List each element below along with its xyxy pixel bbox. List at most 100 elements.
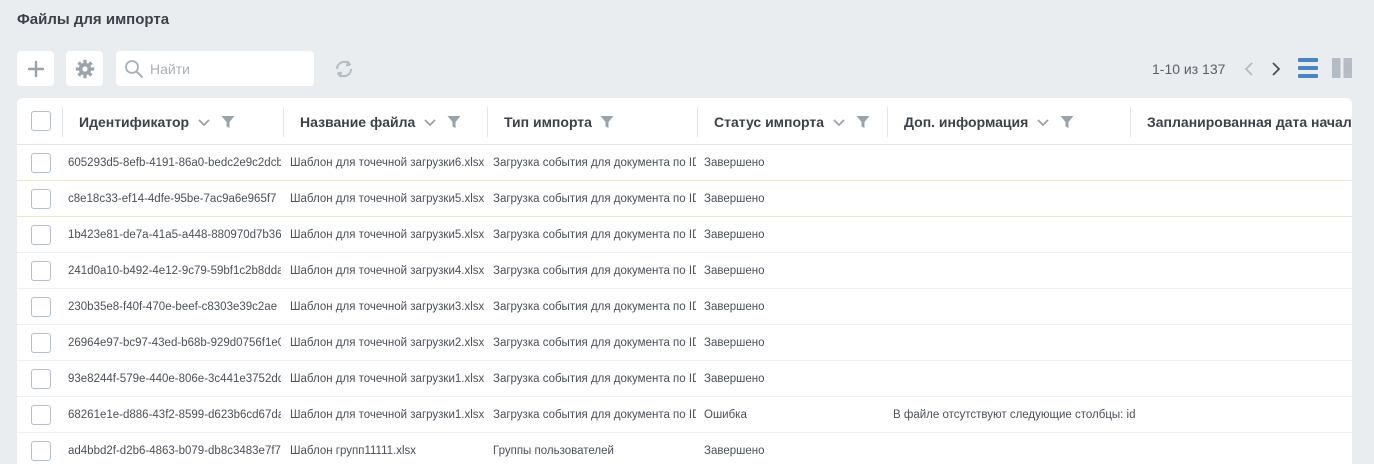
column-header-id[interactable]: Идентификатор	[62, 98, 285, 145]
cell-import-type: Группы пользователей	[493, 445, 614, 457]
cell-id: 605293d5-8efb-4191-86a0-bedc2e9c2dcb	[68, 157, 281, 169]
toolbar: 1-10 из 137	[17, 51, 1357, 87]
columns-view-icon[interactable]	[1332, 57, 1352, 79]
cell-extra-info: В файле отсутствуют следующие столбцы: i…	[893, 409, 1136, 421]
cell-extra-info	[893, 289, 1193, 325]
row-checkbox[interactable]	[31, 189, 51, 209]
cell-extra-info	[893, 145, 1193, 181]
chevron-right-icon[interactable]	[1269, 59, 1283, 79]
column-separator	[697, 107, 698, 137]
cell-import-type: Загрузка события для документа по ID	[493, 301, 696, 313]
select-all-checkbox[interactable]	[31, 111, 51, 131]
plus-icon	[27, 60, 44, 77]
column-separator	[1130, 107, 1131, 137]
chevron-down-icon[interactable]	[1036, 115, 1050, 129]
row-checkbox[interactable]	[31, 405, 51, 425]
row-checkbox[interactable]	[31, 153, 51, 173]
table-row[interactable]: 605293d5-8efb-4191-86a0-bedc2e9c2dcb Шаб…	[17, 145, 1352, 181]
search-icon	[125, 60, 143, 78]
cell-id: 241d0a10-b492-4e12-9c79-59bf1c2b8dda	[68, 265, 281, 277]
cell-import-status: Ошибка	[704, 409, 747, 421]
row-checkbox[interactable]	[31, 369, 51, 389]
search-box	[116, 51, 314, 86]
cell-import-status: Завершено	[704, 445, 765, 457]
cell-file-name: Шаблон групп11111.xlsx	[290, 445, 417, 457]
cell-import-status: Завершено	[704, 193, 765, 205]
table-row[interactable]: 230b35e8-f40f-470e-beef-c8303e39c2ae Шаб…	[17, 289, 1352, 325]
cell-import-type: Загрузка события для документа по ID	[493, 157, 696, 169]
row-checkbox[interactable]	[31, 441, 51, 461]
table-row[interactable]: 26964e97-bc97-43ed-b68b-929d0756f1e0 Шаб…	[17, 325, 1352, 361]
cell-import-type: Загрузка события для документа по ID	[493, 337, 696, 349]
column-separator	[487, 107, 488, 137]
filter-icon[interactable]	[221, 115, 235, 129]
column-label: Статус импорта	[714, 113, 825, 130]
column-label: Доп. информация	[904, 113, 1029, 130]
add-button[interactable]	[17, 51, 54, 86]
column-separator	[283, 107, 284, 137]
cell-file-name: Шаблон для точечной загрузки1.xlsx	[290, 409, 485, 421]
cell-id: 230b35e8-f40f-470e-beef-c8303e39c2ae	[68, 301, 278, 313]
row-checkbox[interactable]	[31, 333, 51, 353]
column-header-file-name[interactable]: Название файла	[283, 98, 488, 145]
cell-file-name: Шаблон для точечной загрузки5.xlsx	[290, 193, 485, 205]
cell-file-name: Шаблон для точечной загрузки5.xlsx	[290, 229, 485, 241]
cell-import-status: Завершено	[704, 157, 765, 169]
table-row[interactable]: 93e8244f-579e-440e-806e-3c441e3752dd Шаб…	[17, 361, 1352, 397]
table-header: Идентификатор Название файла Тип импорта…	[17, 98, 1352, 145]
cell-extra-info	[893, 253, 1193, 289]
settings-button[interactable]	[66, 51, 103, 86]
chevron-down-icon[interactable]	[832, 115, 846, 129]
row-checkbox[interactable]	[31, 225, 51, 245]
filter-icon[interactable]	[1060, 115, 1074, 129]
table-row[interactable]: ad4bbd2f-d2b6-4863-b079-db8c3483e7f7 Шаб…	[17, 433, 1352, 464]
chevron-left-icon[interactable]	[1242, 59, 1256, 79]
column-separator	[887, 107, 888, 137]
table-row[interactable]: c8e18c33-ef14-4dfe-95be-7ac9a6e965f7 Шаб…	[17, 181, 1352, 217]
table-row[interactable]: 1b423e81-de7a-41a5-a448-880970d7b361 Шаб…	[17, 217, 1352, 253]
column-header-import-status[interactable]: Статус импорта	[697, 98, 887, 145]
cell-import-status: Завершено	[704, 229, 765, 241]
cell-file-name: Шаблон для точечной загрузки3.xlsx	[290, 301, 485, 313]
chevron-down-icon[interactable]	[423, 115, 437, 129]
chevron-down-icon[interactable]	[197, 115, 211, 129]
row-checkbox[interactable]	[31, 261, 51, 281]
cell-import-type: Загрузка события для документа по ID	[493, 373, 696, 385]
cell-import-status: Завершено	[704, 265, 765, 277]
cell-extra-info	[893, 325, 1193, 361]
cell-file-name: Шаблон для точечной загрузки4.xlsx	[290, 265, 485, 277]
list-view-icon[interactable]	[1298, 57, 1318, 79]
cell-file-name: Шаблон для точечной загрузки1.xlsx	[290, 373, 485, 385]
cell-id: 93e8244f-579e-440e-806e-3c441e3752dd	[68, 373, 281, 385]
cell-import-status: Завершено	[704, 373, 765, 385]
cell-import-type: Загрузка события для документа по ID	[493, 409, 696, 421]
cell-id: 1b423e81-de7a-41a5-a448-880970d7b361	[68, 229, 281, 241]
column-label: Идентификатор	[79, 113, 190, 130]
table-row[interactable]: 241d0a10-b492-4e12-9c79-59bf1c2b8dda Шаб…	[17, 253, 1352, 289]
cell-extra-info	[893, 181, 1193, 217]
column-label: Тип импорта	[504, 113, 592, 130]
cell-file-name: Шаблон для точечной загрузки6.xlsx	[290, 157, 485, 169]
refresh-icon[interactable]	[333, 58, 355, 80]
column-header-extra-info[interactable]: Доп. информация	[887, 98, 1130, 145]
cell-extra-info	[893, 361, 1193, 397]
search-input[interactable]	[150, 51, 308, 86]
cell-import-type: Загрузка события для документа по ID	[493, 265, 696, 277]
cell-extra-info	[893, 433, 1193, 464]
cell-import-type: Загрузка события для документа по ID	[493, 229, 696, 241]
page-title: Файлы для импорта	[17, 11, 170, 28]
cell-import-status: Завершено	[704, 301, 765, 313]
row-checkbox[interactable]	[31, 297, 51, 317]
cell-import-status: Завершено	[704, 337, 765, 349]
filter-icon[interactable]	[856, 115, 870, 129]
column-header-scheduled-start-date[interactable]: Запланированная дата начала	[1130, 98, 1352, 145]
cell-id: 68261e1e-d886-43f2-8599-d623b6cd67da	[68, 409, 281, 421]
filter-icon[interactable]	[447, 115, 461, 129]
filter-icon[interactable]	[600, 115, 614, 129]
column-separator	[62, 107, 63, 137]
column-header-import-type[interactable]: Тип импорта	[487, 98, 698, 145]
table-row[interactable]: 68261e1e-d886-43f2-8599-d623b6cd67da Шаб…	[17, 397, 1352, 433]
column-label: Запланированная дата начала	[1147, 113, 1352, 130]
cell-import-type: Загрузка события для документа по ID	[493, 193, 696, 205]
cell-id: ad4bbd2f-d2b6-4863-b079-db8c3483e7f7	[68, 445, 281, 457]
